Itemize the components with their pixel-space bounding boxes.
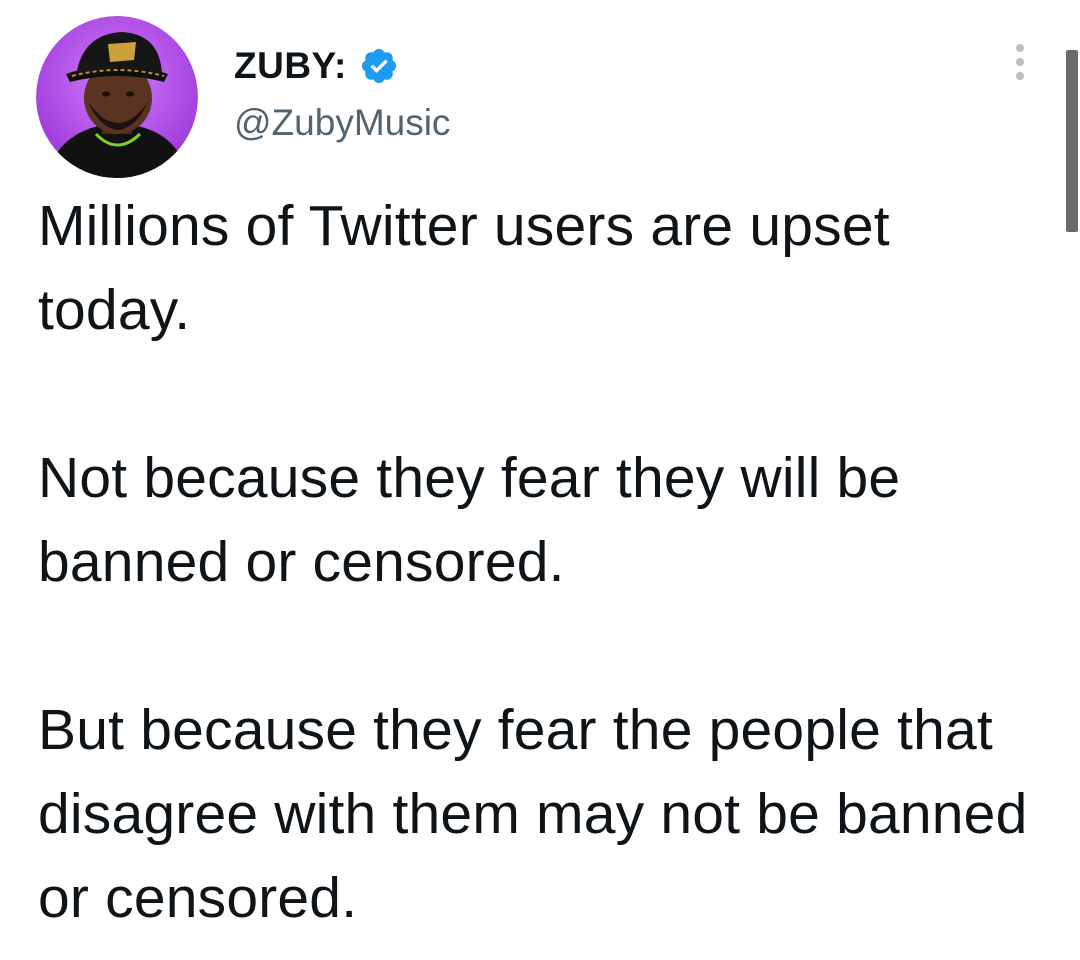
tweet-paragraph: Millions of Twitter users are upset toda… — [38, 194, 890, 342]
author-block: ZUBY: @ZubyMusic — [234, 38, 450, 158]
tweet: ZUBY: @ZubyMusic Millions of Twitter use… — [0, 0, 1080, 960]
avatar[interactable] — [36, 16, 198, 178]
verified-badge-icon — [359, 46, 399, 86]
scrollbar[interactable] — [1066, 50, 1078, 232]
more-options-button[interactable] — [1002, 38, 1038, 86]
user-handle[interactable]: @ZubyMusic — [234, 102, 450, 144]
more-vertical-icon — [1016, 44, 1024, 80]
tweet-paragraph: But because they fear the people that di… — [38, 698, 1028, 930]
tweet-paragraph: Not because they fear they will be banne… — [38, 446, 901, 594]
tweet-text: Millions of Twitter users are upset toda… — [38, 184, 1048, 940]
name-row: ZUBY: — [234, 38, 450, 94]
display-name[interactable]: ZUBY: — [234, 45, 347, 87]
